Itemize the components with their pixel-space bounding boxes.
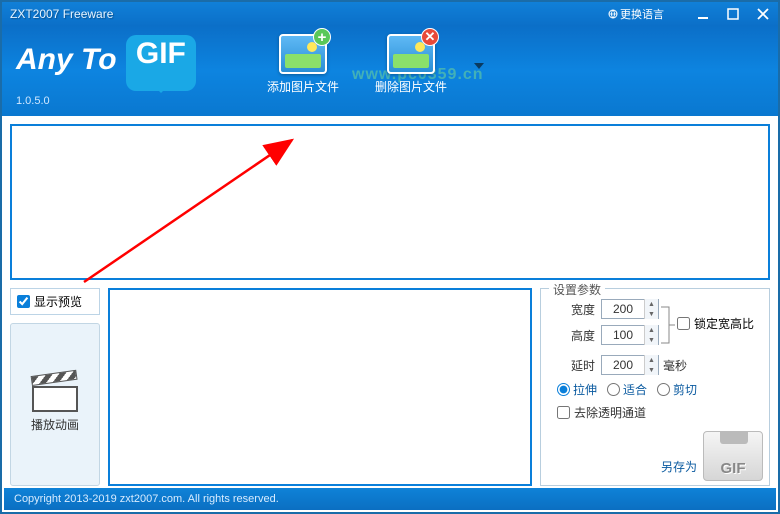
lock-aspect-checkbox[interactable] bbox=[677, 317, 690, 330]
width-label: 宽度 bbox=[549, 301, 595, 318]
height-stepper[interactable]: 100 ▲▼ bbox=[601, 325, 659, 345]
height-label: 高度 bbox=[549, 327, 595, 344]
globe-icon bbox=[608, 9, 618, 19]
show-preview-toggle[interactable]: 显示预览 bbox=[10, 288, 100, 315]
remove-alpha-label: 去除透明通道 bbox=[574, 404, 646, 421]
height-down[interactable]: ▼ bbox=[645, 335, 658, 345]
delay-label: 延时 bbox=[549, 357, 595, 374]
show-preview-checkbox[interactable] bbox=[17, 295, 30, 308]
add-image-button[interactable]: + 添加图片文件 bbox=[258, 34, 348, 95]
play-animation-label: 播放动画 bbox=[31, 416, 79, 433]
brand: Any To GIF 1.0.5.0 bbox=[16, 35, 196, 107]
close-icon bbox=[757, 8, 769, 20]
delay-unit: 毫秒 bbox=[663, 357, 687, 374]
minimize-icon bbox=[697, 8, 709, 20]
lock-aspect-toggle[interactable]: 锁定宽高比 bbox=[677, 315, 754, 332]
window-title: ZXT2007 Freeware bbox=[10, 7, 113, 21]
fit-mode-group: 拉伸 适合 剪切 bbox=[557, 381, 761, 398]
delay-down[interactable]: ▼ bbox=[645, 365, 658, 375]
height-up[interactable]: ▲ bbox=[645, 325, 658, 335]
remove-alpha-checkbox[interactable] bbox=[557, 406, 570, 419]
fit-stretch-option[interactable]: 拉伸 bbox=[557, 381, 597, 398]
image-list[interactable] bbox=[10, 124, 770, 280]
show-preview-label: 显示预览 bbox=[34, 293, 82, 310]
header: Any To GIF 1.0.5.0 www.pc0359.cn + 添加图片文… bbox=[2, 26, 778, 116]
toolbar: + 添加图片文件 ✕ 删除图片文件 bbox=[258, 34, 484, 95]
remove-alpha-toggle[interactable]: 去除透明通道 bbox=[557, 404, 761, 421]
brand-text: Any To bbox=[16, 43, 117, 76]
play-animation-button[interactable]: 播放动画 bbox=[10, 323, 100, 486]
maximize-button[interactable] bbox=[718, 2, 748, 26]
height-value: 100 bbox=[602, 328, 644, 342]
language-switch-label: 更换语言 bbox=[620, 6, 664, 22]
language-switch[interactable]: 更换语言 bbox=[608, 6, 664, 22]
image-add-icon: + bbox=[279, 34, 327, 74]
minimize-button[interactable] bbox=[688, 2, 718, 26]
brand-gif-badge: GIF bbox=[126, 35, 196, 91]
width-up[interactable]: ▲ bbox=[645, 299, 658, 309]
add-image-label: 添加图片文件 bbox=[258, 78, 348, 95]
image-delete-icon: ✕ bbox=[387, 34, 435, 74]
params-legend: 设置参数 bbox=[549, 281, 605, 298]
delete-image-label: 删除图片文件 bbox=[366, 78, 456, 95]
delay-stepper[interactable]: 200 ▲▼ bbox=[601, 355, 659, 375]
save-as-button[interactable]: GIF bbox=[703, 431, 763, 481]
save-as-gif-icon: GIF bbox=[704, 460, 762, 477]
lock-aspect-label: 锁定宽高比 bbox=[694, 315, 754, 332]
close-button[interactable] bbox=[748, 2, 778, 26]
width-value: 200 bbox=[602, 302, 644, 316]
params-panel: 设置参数 宽度 200 ▲▼ 高度 100 ▲▼ bbox=[540, 288, 770, 486]
fit-fit-option[interactable]: 适合 bbox=[607, 381, 647, 398]
delay-up[interactable]: ▲ bbox=[645, 355, 658, 365]
annotation-arrow bbox=[78, 138, 318, 288]
main-area: 显示预览 播放动画 设置参数 宽度 200 bbox=[2, 116, 778, 486]
toolbar-dropdown[interactable] bbox=[474, 58, 484, 72]
save-as-label[interactable]: 另存为 bbox=[661, 458, 697, 481]
title-bar: ZXT2007 Freeware 更换语言 bbox=[2, 2, 778, 26]
delay-value: 200 bbox=[602, 358, 644, 372]
fit-crop-option[interactable]: 剪切 bbox=[657, 381, 697, 398]
app-window: ZXT2007 Freeware 更换语言 Any To GIF 1.0.5. bbox=[0, 0, 780, 514]
delete-image-button[interactable]: ✕ 删除图片文件 bbox=[366, 34, 456, 95]
width-down[interactable]: ▼ bbox=[645, 309, 658, 319]
chevron-down-icon bbox=[474, 63, 484, 69]
preview-area bbox=[108, 288, 532, 486]
clapperboard-icon bbox=[32, 376, 78, 412]
width-stepper[interactable]: 200 ▲▼ bbox=[601, 299, 659, 319]
status-bar: Copyright 2013-2019 zxt2007.com. All rig… bbox=[4, 488, 776, 510]
maximize-icon bbox=[727, 8, 739, 20]
version-label: 1.0.5.0 bbox=[16, 95, 196, 107]
